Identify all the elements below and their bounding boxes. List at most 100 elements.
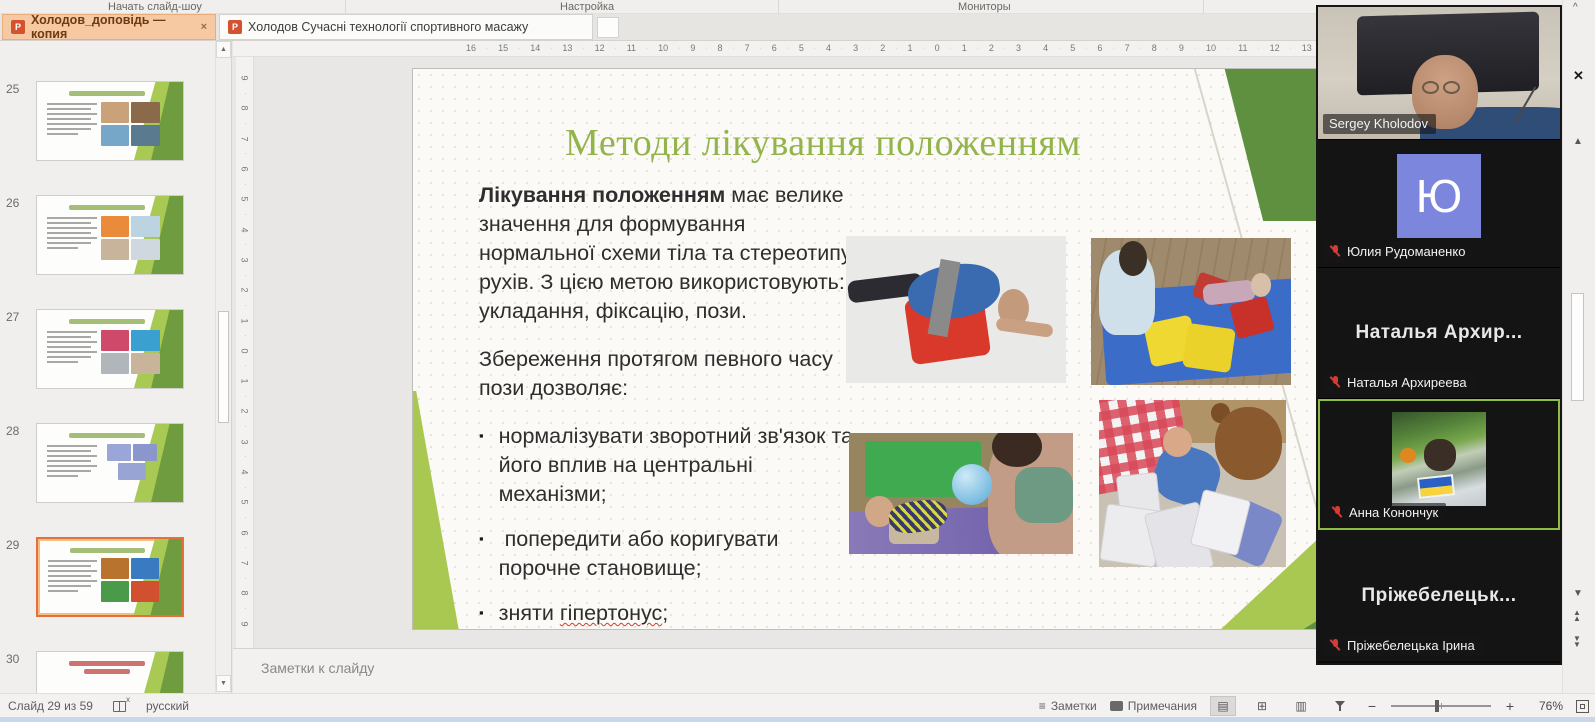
collapse-chevron-icon[interactable]: ^ [1573,2,1578,13]
ruler-number: 1 [907,43,913,53]
participant-name: Анна Конончук [1349,505,1439,520]
thumbnail-number: 30 [6,652,20,666]
participant-name-label: Наталья Архиреева [1323,373,1475,393]
scroll-down-arrow[interactable]: ▼ [1573,588,1583,599]
close-icon[interactable]: ✕ [1573,68,1584,84]
participant-tile-2[interactable]: Ю Юлия Рудоманенко [1318,140,1560,268]
slide-photo-prone-wedge[interactable] [846,236,1066,383]
reading-view-button[interactable]: ▥ [1288,696,1314,716]
ruler-number: 14 [530,43,541,53]
ruler-tick: · [241,395,249,398]
slide-thumbnail-28[interactable] [36,423,184,503]
zoom-slider-handle[interactable] [1435,700,1439,712]
comments-toggle-button[interactable]: Примечания [1109,699,1197,713]
ribbon-separator [345,0,346,13]
ribbon-tab-monitors[interactable]: Мониторы [958,1,1011,13]
new-tab-button[interactable] [597,17,619,38]
ruler-tick: · [241,304,249,307]
next-slide-button[interactable]: ▼ ▼ [1573,635,1581,649]
participant-name-label: Sergey Kholodov [1323,114,1437,134]
slide-canvas[interactable]: Методи лікування положенням Лікування по… [412,68,1412,630]
ruler-tick: · [582,45,585,52]
ruler-tick: · [241,364,249,368]
normal-view-button[interactable]: ▤ [1210,696,1236,716]
scrollbar-thumb[interactable] [218,311,229,423]
ruler-tick: · [518,45,521,52]
thumbnail-scrollbar[interactable]: ▲ ▼ [215,41,231,693]
scrollbar-thumb[interactable] [1571,293,1584,401]
ribbon-tab-start-slideshow[interactable]: Начать слайд-шоу [108,1,202,13]
ruler-tick: · [732,45,735,52]
slide-title[interactable]: Методи лікування положенням [413,121,1233,165]
document-tab-active[interactable]: P Холодов_доповідь — копия × [2,13,216,41]
notes-toggle-button[interactable]: ≡ Заметки [1039,699,1097,713]
notes-icon: ≡ [1038,699,1046,713]
participant-name: Пріжебелецька Ірина [1347,638,1475,653]
ruler-tick: · [241,516,249,519]
ruler-number: 4 [239,227,250,233]
scroll-up-arrow[interactable]: ▲ [1573,136,1583,147]
thumbnail-number: 26 [6,196,20,210]
previous-slide-button[interactable]: ▲ ▲ [1573,609,1581,623]
ruler-number: 8 [1151,43,1157,53]
slide-body-textbox[interactable]: Лікування положенням має велике значення… [479,181,859,629]
zoom-slider[interactable] [1391,699,1491,713]
participant-tile-3[interactable]: Наталья Архир... Наталья Архиреева [1318,268,1560,399]
slide-thumbnail-row: 27 [0,309,216,389]
ruler-number: 8 [239,590,250,596]
participant-tile-1[interactable]: Sergey Kholodov [1318,7,1560,140]
slide-paragraph: Лікування положенням має велике значення… [479,181,859,326]
zoom-in-button[interactable]: + [1504,698,1516,714]
ruler-number: 8 [239,105,250,111]
slide-thumbnail-panel: 25 26 27 28 29 30 ▲ ▼ [0,41,232,693]
participant-name: Наталья Архиреева [1347,375,1467,390]
thumbnail-photo [101,215,130,237]
slide-photo-ball-therapy[interactable] [849,433,1073,554]
thumbnail-photo [131,558,159,579]
ruler-tick: · [241,182,249,186]
slide-thumbnail-25[interactable] [36,81,184,161]
ruler-tick: · [241,334,249,337]
tab-close-icon[interactable]: × [201,21,207,33]
slideshow-button[interactable] [1327,696,1353,716]
slide-bullet-item: ▪ зняти гіпертонус; [479,599,859,628]
zoom-participants-panel[interactable]: Sergey Kholodov Ю Юлия Рудоманенко Наталья … [1316,5,1562,665]
ruler-tick: · [1085,45,1088,52]
ruler-number: 7 [744,43,750,53]
slide-thumbnail-30[interactable] [36,651,184,693]
scroll-up-arrow[interactable]: ▲ [216,41,231,58]
scroll-down-arrow[interactable]: ▼ [216,675,231,692]
slideshow-icon [1334,700,1346,712]
ukraine-flag [1417,474,1456,499]
slide-photo-mat-pillows[interactable] [1091,238,1291,385]
document-tab-inactive[interactable]: P Холодов Сучасні технології спортивного… [219,14,593,40]
participant-tile-4[interactable]: Анна Конончук [1318,399,1560,530]
text-segment: попередити або коригувати порочне станов… [498,527,785,581]
ruler-tick: · [976,45,979,52]
ruler-tick: · [241,576,249,580]
ruler-tick: · [614,45,617,52]
slide-thumbnail-27[interactable] [36,309,184,389]
ruler-number: 13 [562,43,573,53]
text-segment: зняти [498,601,560,626]
thumbnail-photo [131,329,160,351]
slide-thumbnail-26[interactable] [36,195,184,275]
slide-bullet-list: ▪ нормалізувати зворотний зв'язок та його… [479,422,859,629]
slide-photo-foam-blocks[interactable] [1099,400,1286,567]
ruler-tick: · [645,45,649,52]
participant-name: Юлия Рудоманенко [1347,244,1466,259]
ruler-number: 3 [239,439,250,445]
slide-thumbnail-row: 29 [0,537,216,617]
slide-sorter-view-button[interactable]: ⊞ [1249,696,1275,716]
ruler-tick: · [241,273,249,277]
spellcheck-icon[interactable] [112,695,130,712]
thumbnail-photo [131,581,159,602]
ruler-tick: · [1112,45,1115,52]
zoom-level[interactable]: 76% [1529,699,1563,713]
slide-thumbnail-29[interactable] [36,537,184,617]
zoom-out-button[interactable]: − [1366,698,1378,714]
ribbon-tab-setup[interactable]: Настройка [560,1,614,13]
language-indicator[interactable]: русский [146,699,189,713]
fit-to-window-icon[interactable] [1576,699,1589,713]
participant-tile-5[interactable]: Пріжебелецьк... Пріжебелецька Ірина [1318,530,1560,661]
